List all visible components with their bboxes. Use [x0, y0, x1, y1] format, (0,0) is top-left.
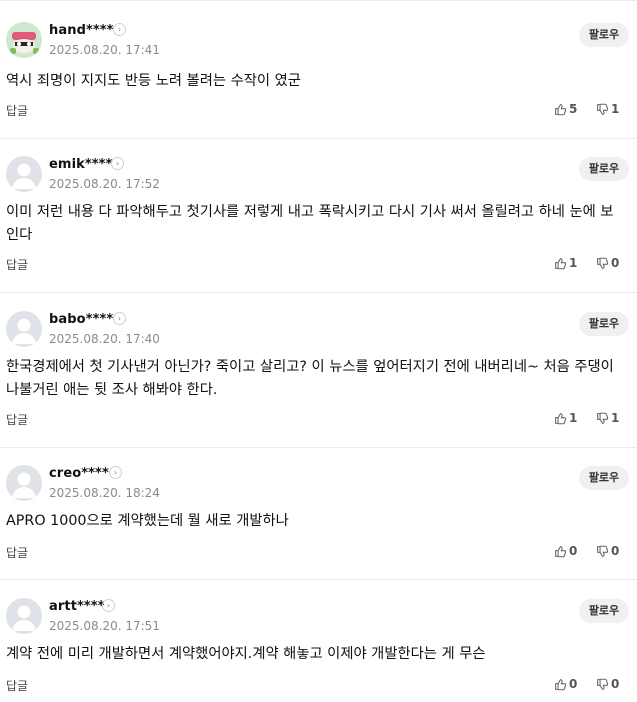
- follow-button[interactable]: 팔로우: [579, 23, 629, 47]
- like-button[interactable]: 0: [554, 544, 577, 558]
- comment-item: artt**** › 2025.08.20. 17:51 팔로우 계약 전에 미…: [0, 576, 637, 702]
- like-count: 5: [569, 102, 578, 116]
- like-count: 1: [569, 256, 578, 270]
- follow-button[interactable]: 팔로우: [579, 599, 629, 623]
- thumbs-up-icon: [555, 257, 567, 269]
- avatar[interactable]: [6, 598, 42, 634]
- avatar[interactable]: [6, 156, 42, 192]
- comment-text: 계약 전에 미리 개발하면서 계약했어야지.계약 해놓고 이제야 개발한다는 게…: [6, 646, 486, 662]
- avatar[interactable]: [6, 465, 42, 501]
- nickname[interactable]: creo****: [49, 466, 109, 481]
- comment-date: 2025.08.20. 18:24: [49, 486, 160, 500]
- dislike-button[interactable]: 1: [596, 411, 619, 425]
- avatar[interactable]: [6, 22, 42, 58]
- dislike-button[interactable]: 0: [596, 677, 619, 691]
- dislike-count: 0: [611, 677, 620, 691]
- dislike-button[interactable]: 0: [596, 256, 619, 270]
- follow-button[interactable]: 팔로우: [579, 466, 629, 490]
- dislike-count: 0: [611, 256, 620, 270]
- comment-date: 2025.08.20. 17:40: [49, 332, 160, 346]
- dislike-button[interactable]: 1: [596, 102, 619, 116]
- like-button[interactable]: 1: [554, 256, 577, 270]
- comment-item: emik**** › 2025.08.20. 17:52 팔로우 이미 저런 내…: [0, 134, 637, 292]
- like-count: 0: [569, 677, 578, 691]
- reply-button[interactable]: 답글: [6, 102, 28, 119]
- reply-button[interactable]: 답글: [6, 411, 28, 428]
- dislike-count: 0: [611, 544, 620, 558]
- follow-button[interactable]: 팔로우: [579, 312, 629, 336]
- dislike-count: 1: [611, 411, 620, 425]
- thumbs-up-icon: [555, 545, 567, 557]
- comment-item: hand**** › 2025.08.20. 17:41 팔로우 역시 죄명이 …: [0, 0, 637, 138]
- nickname[interactable]: hand****: [49, 23, 114, 38]
- reply-button[interactable]: 답글: [6, 256, 28, 273]
- thumbs-up-icon: [555, 103, 567, 115]
- thumbs-down-icon: [597, 412, 609, 424]
- thumbs-down-icon: [597, 545, 609, 557]
- thumbs-down-icon: [597, 103, 609, 115]
- thumbs-down-icon: [597, 257, 609, 269]
- comment-date: 2025.08.20. 17:51: [49, 619, 160, 633]
- chevron-right-icon[interactable]: ›: [113, 312, 126, 325]
- comment-item: babo**** › 2025.08.20. 17:40 팔로우 한국경제에서 …: [0, 289, 637, 447]
- thumbs-down-icon: [597, 678, 609, 690]
- like-button[interactable]: 5: [554, 102, 577, 116]
- chevron-right-icon[interactable]: ›: [111, 157, 124, 170]
- thumbs-up-icon: [555, 412, 567, 424]
- like-button[interactable]: 0: [554, 677, 577, 691]
- nickname[interactable]: babo****: [49, 312, 113, 327]
- chevron-right-icon[interactable]: ›: [109, 466, 122, 479]
- comment-text: 이미 저런 내용 다 파악해두고 첫기사를 저렇게 내고 폭락시키고 다시 기사…: [6, 204, 614, 243]
- dislike-count: 1: [611, 102, 620, 116]
- follow-button[interactable]: 팔로우: [579, 157, 629, 181]
- thumbs-up-icon: [555, 678, 567, 690]
- like-button[interactable]: 1: [554, 411, 577, 425]
- nickname[interactable]: emik****: [49, 157, 112, 172]
- chevron-right-icon[interactable]: ›: [102, 599, 115, 612]
- nickname[interactable]: artt****: [49, 599, 105, 614]
- comment-item: creo**** › 2025.08.20. 18:24 팔로우 APRO 10…: [0, 443, 637, 579]
- like-count: 0: [569, 544, 578, 558]
- comment-date: 2025.08.20. 17:41: [49, 43, 160, 57]
- avatar[interactable]: [6, 311, 42, 347]
- dislike-button[interactable]: 0: [596, 544, 619, 558]
- comment-text: APRO 1000으로 계약했는데 뭘 새로 개발하나: [6, 513, 289, 529]
- reply-button[interactable]: 답글: [6, 677, 28, 694]
- comment-date: 2025.08.20. 17:52: [49, 177, 160, 191]
- comment-text: 역시 죄명이 지지도 반등 노려 볼려는 수작이 였군: [6, 73, 301, 89]
- chevron-right-icon[interactable]: ›: [113, 23, 126, 36]
- like-count: 1: [569, 411, 578, 425]
- reply-button[interactable]: 답글: [6, 544, 28, 561]
- comment-text: 한국경제에서 첫 기사낸거 아닌가? 죽이고 살리고? 이 뉴스를 엎어터지기 …: [6, 359, 619, 398]
